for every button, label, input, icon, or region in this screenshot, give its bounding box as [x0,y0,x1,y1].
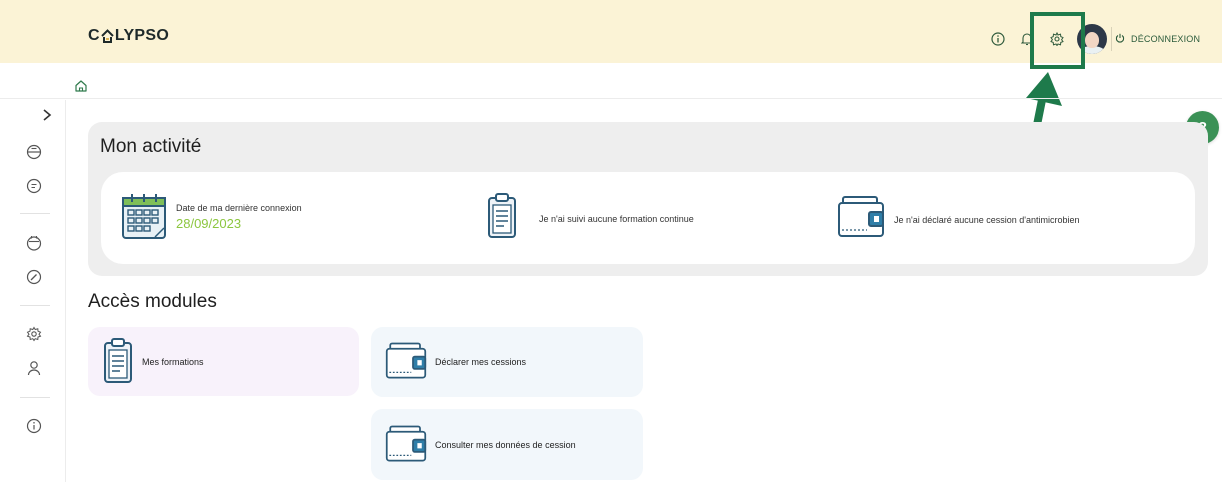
sidebar-settings-icon[interactable] [26,326,42,342]
module-declarer-cessions[interactable]: Déclarer mes cessions [371,327,643,397]
chevron-right-icon[interactable] [42,108,52,127]
sidebar-edit-icon[interactable] [26,269,42,285]
training-stat: Je n'ai suivi aucune formation continue [487,193,694,244]
wallet-icon [837,196,885,243]
power-icon [1115,33,1125,45]
home-icon[interactable] [74,79,88,98]
calendar-icon [121,193,167,246]
sidebar-divider [20,397,50,398]
wallet-icon [385,425,427,465]
activity-title: Mon activité [100,136,202,157]
clipboard-icon [487,193,517,244]
clipboard-icon [102,337,134,386]
module-label: Consulter mes données de cession [435,439,576,450]
module-consulter-donnees-cession[interactable]: Consulter mes données de cession [371,409,643,480]
modules-title: Accès modules [88,291,217,312]
wallet-icon [385,342,427,382]
module-mes-formations[interactable]: Mes formations [88,327,359,396]
last-login-date: 28/09/2023 [176,215,242,231]
sidebar-document-icon[interactable] [26,178,42,194]
logout-button[interactable]: DÉCONNEXION [1115,33,1200,45]
calypso-logo[interactable]: C LYPSO [88,27,169,45]
training-text: Je n'ai suivi aucune formation continue [539,213,694,224]
info-icon[interactable] [991,32,1005,46]
last-login-stat: Date de ma dernière connexion 28/09/2023 [121,193,302,246]
header-divider [1111,27,1112,51]
logo-house-icon [101,29,114,43]
breadcrumb-bar [0,63,1222,99]
module-label: Mes formations [142,356,204,367]
last-login-label: Date de ma dernière connexion [176,202,302,213]
sidebar-divider [20,213,50,214]
cession-stat: Je n'ai déclaré aucune cession d'antimic… [837,196,1080,243]
module-label: Déclarer mes cessions [435,357,527,367]
settings-highlight-box [1030,12,1085,69]
sidebar-divider [20,305,50,306]
sidebar-user-icon[interactable] [26,360,42,376]
sidebar-calendar-icon[interactable] [26,235,42,251]
cession-text: Je n'ai déclaré aucune cession d'antimic… [894,214,1080,225]
sidebar-info-icon[interactable] [26,418,42,434]
sidebar-briefcase-icon[interactable] [26,144,42,160]
